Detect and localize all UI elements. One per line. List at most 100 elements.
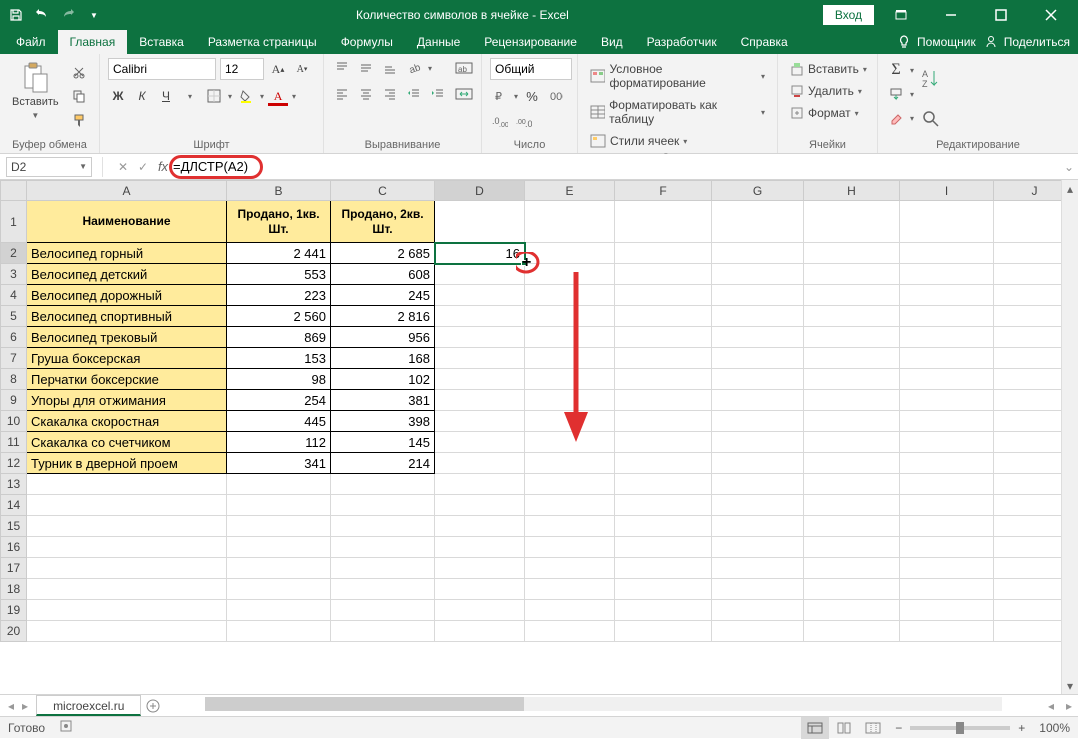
fill-color-icon[interactable] [236, 86, 256, 106]
row-header[interactable]: 4 [1, 285, 27, 306]
col-header[interactable]: C [331, 181, 435, 201]
cells-format-button[interactable]: Формат▾ [786, 104, 871, 122]
tab-developer[interactable]: Разработчик [635, 30, 729, 54]
tab-formulas[interactable]: Формулы [329, 30, 405, 54]
cell[interactable] [615, 369, 712, 390]
cell[interactable] [615, 579, 712, 600]
tab-layout[interactable]: Разметка страницы [196, 30, 329, 54]
cell[interactable] [900, 432, 994, 453]
cell[interactable] [900, 495, 994, 516]
cell[interactable] [712, 516, 804, 537]
cell[interactable] [435, 495, 525, 516]
tab-insert[interactable]: Вставка [127, 30, 196, 54]
cell[interactable] [615, 411, 712, 432]
cell[interactable] [615, 306, 712, 327]
cell[interactable]: 2 560 [227, 306, 331, 327]
cell[interactable] [525, 306, 615, 327]
col-header[interactable]: A [27, 181, 227, 201]
add-sheet-icon[interactable] [141, 695, 165, 716]
cell[interactable] [525, 348, 615, 369]
cell[interactable] [804, 369, 900, 390]
undo-icon[interactable] [34, 7, 50, 23]
cell[interactable] [435, 621, 525, 642]
row-header[interactable]: 20 [1, 621, 27, 642]
cell[interactable] [227, 537, 331, 558]
row-header[interactable]: 11 [1, 432, 27, 453]
cell[interactable]: Груша боксерская [27, 348, 227, 369]
cell[interactable] [615, 537, 712, 558]
cell[interactable] [900, 369, 994, 390]
italic-button[interactable]: К [132, 86, 152, 106]
share-button[interactable]: Поделиться [984, 35, 1070, 49]
cell[interactable] [435, 411, 525, 432]
increase-decimal-icon[interactable]: .0.00 [490, 112, 510, 132]
cell[interactable] [615, 201, 712, 243]
cell[interactable]: 145 [331, 432, 435, 453]
cell[interactable] [900, 348, 994, 369]
sheet-nav-next-icon[interactable]: ▸ [22, 699, 28, 713]
sheet-nav-prev-icon[interactable]: ◂ [8, 699, 14, 713]
row-header[interactable]: 16 [1, 537, 27, 558]
number-format-select[interactable]: Общий [490, 58, 572, 80]
conditional-formatting-button[interactable]: Условное форматирование▾ [586, 60, 769, 92]
clear-icon[interactable] [886, 108, 906, 128]
cell[interactable]: Скакалка со счетчиком [27, 432, 227, 453]
tab-review[interactable]: Рецензирование [472, 30, 589, 54]
fx-icon[interactable]: fx [153, 157, 173, 177]
scroll-up-icon[interactable]: ▴ [1062, 180, 1078, 197]
cell[interactable] [900, 306, 994, 327]
currency-menu-icon[interactable]: ▾ [514, 92, 518, 101]
cell[interactable] [435, 516, 525, 537]
cell[interactable] [900, 327, 994, 348]
cell[interactable] [331, 600, 435, 621]
cell[interactable] [331, 579, 435, 600]
cell[interactable] [525, 432, 615, 453]
cell[interactable] [525, 453, 615, 474]
row-header[interactable]: 8 [1, 369, 27, 390]
row-header[interactable]: 13 [1, 474, 27, 495]
currency-icon[interactable]: ₽ [490, 86, 510, 106]
cell[interactable] [804, 579, 900, 600]
autosum-menu-icon[interactable]: ▾ [910, 66, 914, 75]
row-header[interactable]: 18 [1, 579, 27, 600]
col-header[interactable]: I [900, 181, 994, 201]
align-right-icon[interactable] [380, 84, 400, 104]
col-header[interactable]: H [804, 181, 900, 201]
cell[interactable] [435, 327, 525, 348]
cell[interactable] [435, 390, 525, 411]
header-cell[interactable]: Продано, 2кв. Шт. [331, 201, 435, 243]
decrease-decimal-icon[interactable]: .00.0 [514, 112, 534, 132]
sort-filter-button[interactable]: AZ [920, 67, 942, 89]
tab-data[interactable]: Данные [405, 30, 472, 54]
paste-button[interactable]: Вставить ▼ [8, 58, 63, 124]
align-top-icon[interactable] [332, 58, 352, 78]
tab-help[interactable]: Справка [729, 30, 800, 54]
cell[interactable] [900, 600, 994, 621]
copy-icon[interactable] [69, 86, 89, 106]
row-header[interactable]: 5 [1, 306, 27, 327]
col-header[interactable]: E [525, 181, 615, 201]
cell[interactable] [804, 201, 900, 243]
cell[interactable] [27, 537, 227, 558]
fill-menu-icon[interactable]: ▾ [910, 90, 914, 99]
cell[interactable] [712, 201, 804, 243]
cell[interactable] [331, 537, 435, 558]
cell[interactable] [900, 243, 994, 264]
cell[interactable]: 381 [331, 390, 435, 411]
row-header[interactable]: 15 [1, 516, 27, 537]
cell[interactable] [435, 474, 525, 495]
cell[interactable] [712, 264, 804, 285]
cell[interactable] [525, 264, 615, 285]
login-button[interactable]: Вход [823, 5, 874, 25]
cell[interactable]: Перчатки боксерские [27, 369, 227, 390]
font-size-select[interactable]: 12 [220, 58, 264, 80]
name-box-dropdown-icon[interactable]: ▼ [79, 162, 87, 171]
cell[interactable] [435, 600, 525, 621]
cell[interactable]: Велосипед трековый [27, 327, 227, 348]
cell[interactable]: 869 [227, 327, 331, 348]
cell[interactable] [804, 348, 900, 369]
cell[interactable] [900, 579, 994, 600]
border-icon[interactable] [204, 86, 224, 106]
cell[interactable] [331, 621, 435, 642]
autosum-icon[interactable]: Σ [886, 60, 906, 80]
